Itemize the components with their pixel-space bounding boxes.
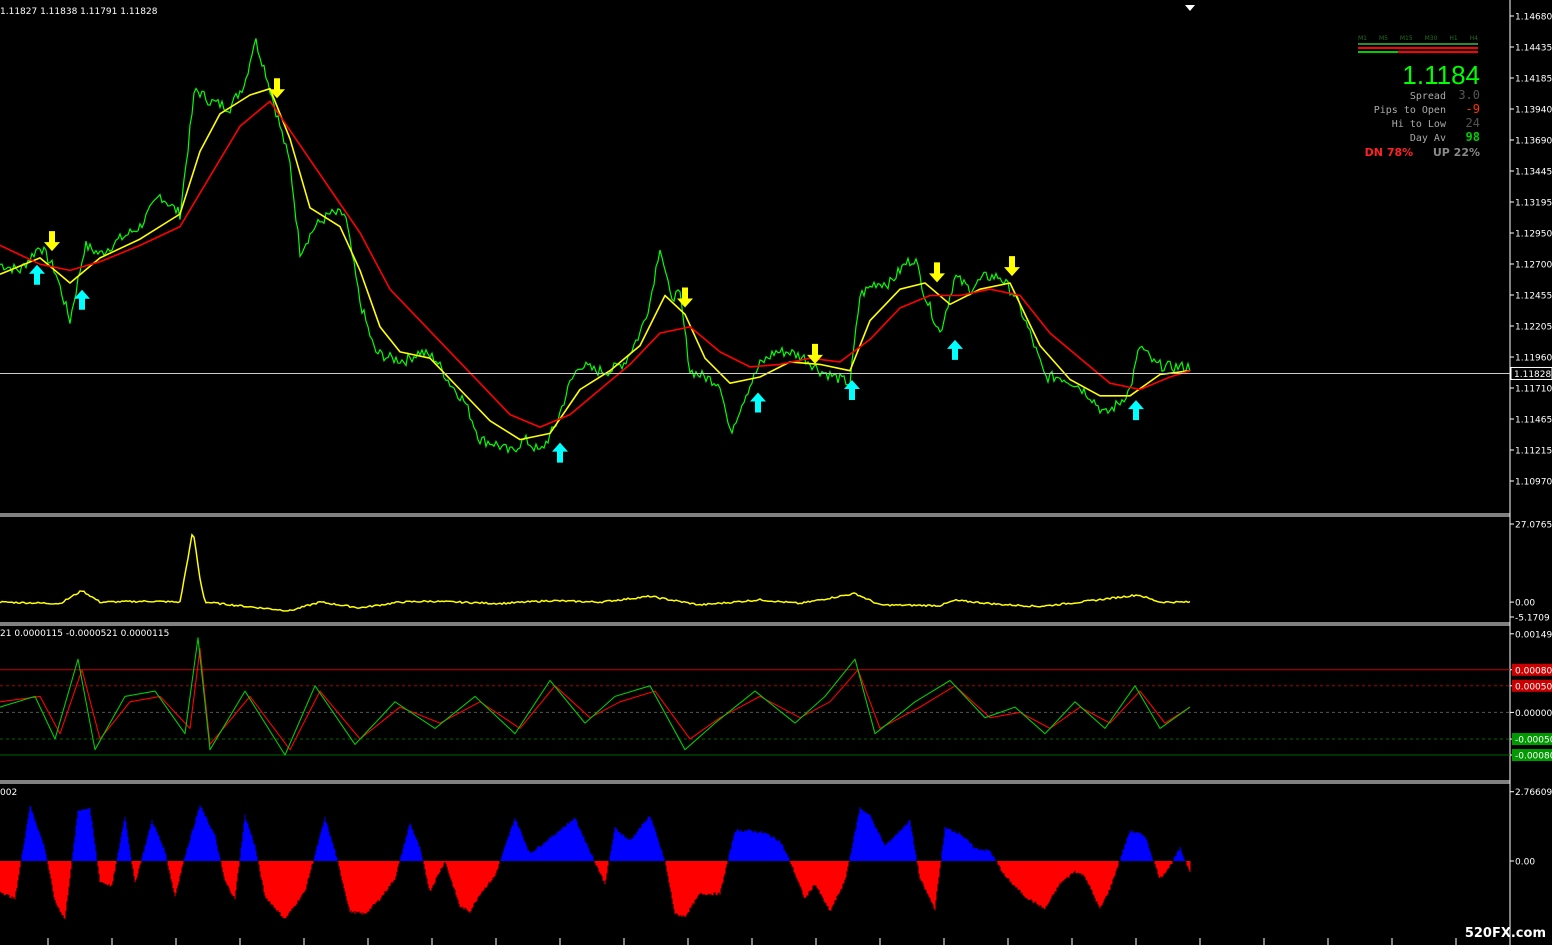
tf-bar-1 [1358,43,1478,45]
hi-to-low-row: Hi to Low 24 [1392,116,1480,130]
pips-to-open-value: -9 [1465,102,1480,116]
y-tick-label: 1.11710 [1515,385,1552,395]
y-tick-label: 0.00050 [1515,682,1552,692]
dn-percent: DN 78% [1364,146,1414,159]
y-tick-label: 1.11465 [1515,416,1552,426]
watermark-logo: 520FX.com [1464,926,1546,941]
ohlc-readout: 1.11827 1.11838 1.11791 1.11828 [0,7,158,17]
tf-bar-3 [1358,51,1478,53]
tf-bar-2 [1358,47,1478,49]
pips-to-open-row: Pips to Open -9 [1374,102,1480,116]
y-tick-label: 1.13940 [1515,106,1552,116]
y-tick-label: 27.0765 [1515,521,1552,531]
direction-stats: DN 78% UP 22% [1365,146,1480,159]
y-tick-label: 0.00 [1515,858,1535,868]
tf-m30: M30 [1424,35,1438,42]
y-tick-label: 1.13195 [1515,199,1552,209]
y-tick-label: -0.00050 [1515,736,1552,746]
y-tick-label: 1.12455 [1515,292,1552,302]
y-tick-label: 1.12700 [1515,261,1552,271]
hi-to-low-value: 24 [1465,116,1480,130]
current-price-display: 1.1184 [1402,60,1480,90]
y-tick-label: 1.12205 [1515,323,1552,333]
y-tick-label: -0.00080 [1515,752,1552,762]
tf-m1: M1 [1358,35,1367,42]
day-av-label: Day Av [1409,133,1446,144]
day-av-row: Day Av 98 [1410,130,1480,144]
y-tick-label: 1.14680 [1515,13,1552,23]
up-percent: UP 22% [1432,146,1480,159]
tf-h4: H4 [1469,35,1478,42]
spread-row: Spread 3.0 [1410,88,1480,102]
y-tick-label: 0.00000 [1515,709,1552,719]
y-tick-label: 1.12950 [1515,230,1552,240]
y-tick-label: -5.1709 [1515,614,1550,624]
y-tick-label: 0.001491 [1515,630,1552,640]
histogram-readout: 002 [0,788,18,798]
y-tick-label: 1.11215 [1515,447,1552,457]
y-tick-label: 1.13445 [1515,168,1552,178]
current-price-tag-label: 1.11828 [1514,370,1551,380]
y-tick-label: 1.14185 [1515,75,1552,85]
pips-to-open-label: Pips to Open [1373,105,1446,116]
y-tick-label: 1.13690 [1515,137,1552,147]
tf-m15: M15 [1399,35,1413,42]
y-tick-label: 1.10970 [1515,478,1552,488]
timeframe-strip: M1 M5 M15 M30 H1 H4 [1358,35,1478,53]
y-tick-label: 1.11960 [1515,354,1552,364]
y-tick-label: 0.00 [1515,599,1535,609]
day-av-value: 98 [1465,130,1480,144]
macd-readout: 21 0.0000115 -0.0000521 0.0000115 [0,629,170,639]
spread-value: 3.0 [1458,88,1480,102]
tf-h1: H1 [1449,35,1458,42]
hi-to-low-label: Hi to Low [1391,119,1446,130]
y-tick-label: 2.766097 [1515,788,1552,798]
spread-label: Spread [1409,91,1446,102]
y-tick-label: 1.14435 [1515,44,1552,54]
chart-canvas: 1.11828 1.14680 1.14435 1.14185 1.13940 1.136… [0,0,1552,945]
tf-m5: M5 [1378,35,1388,42]
y-tick-label: 0.00080 [1515,666,1552,676]
